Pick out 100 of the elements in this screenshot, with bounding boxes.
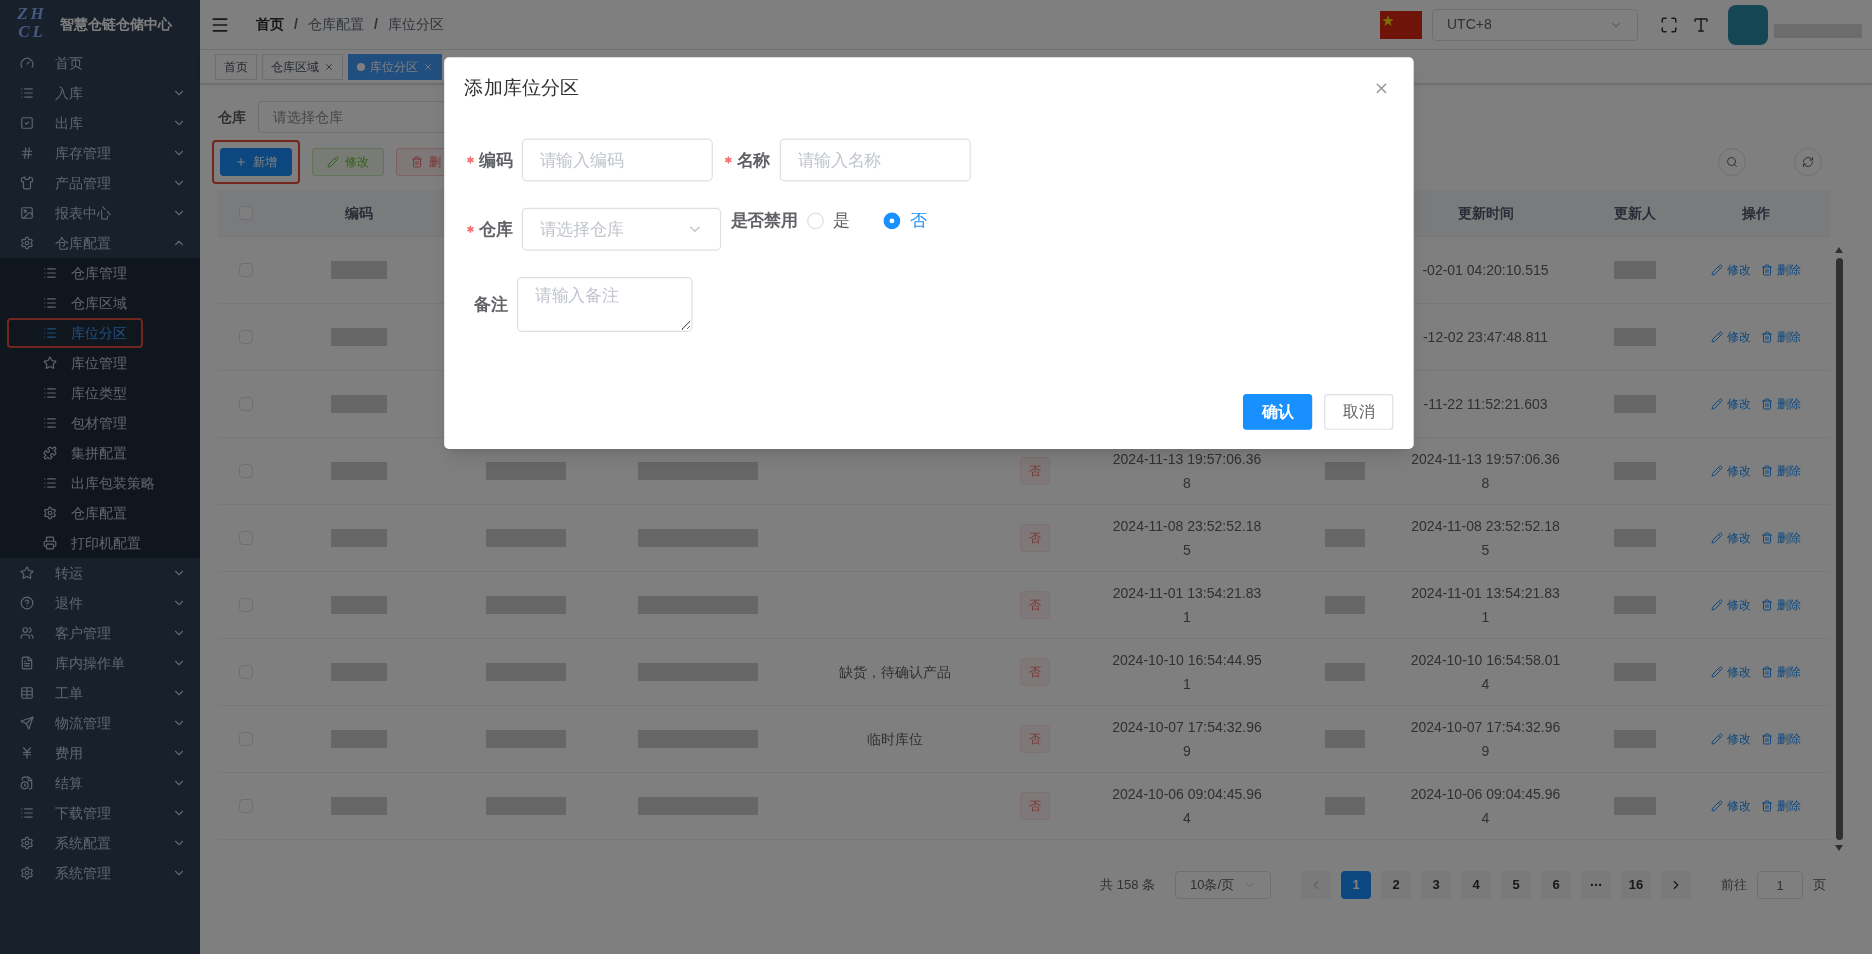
gear-icon bbox=[43, 506, 57, 520]
edit-button[interactable]: 修改 bbox=[312, 148, 384, 176]
text-area[interactable]: 请输入备注 bbox=[517, 277, 693, 332]
text-field[interactable]: 请输入编码 bbox=[521, 138, 713, 182]
table-cell-text: 2024-10-06 09:04:45.964 bbox=[1111, 785, 1263, 828]
delete-link[interactable]: 删除 bbox=[1761, 261, 1801, 279]
page-tab[interactable]: 仓库区域 bbox=[262, 53, 343, 80]
fullscreen-icon[interactable] bbox=[1660, 15, 1678, 34]
table-cell-text: 2024-11-01 13:54:21.831 bbox=[1111, 584, 1263, 627]
sidebar-item[interactable]: 下载管理 bbox=[0, 798, 200, 828]
delete-link[interactable]: 删除 bbox=[1761, 797, 1801, 815]
sidebar-subitem[interactable]: 仓库配置 bbox=[0, 498, 200, 528]
edit-link[interactable]: 修改 bbox=[1711, 797, 1751, 815]
sidebar-item[interactable]: 入库 bbox=[0, 78, 200, 108]
page-button[interactable]: 6 bbox=[1541, 871, 1571, 899]
delete-link[interactable]: 删除 bbox=[1761, 596, 1801, 614]
edit-link[interactable]: 修改 bbox=[1711, 462, 1751, 480]
avatar[interactable] bbox=[1728, 4, 1768, 45]
sidebar-subitem[interactable]: 仓库管理 bbox=[0, 258, 200, 288]
table-icon bbox=[20, 686, 34, 700]
page-tab[interactable]: 首页 bbox=[215, 53, 257, 80]
delete-link[interactable]: 删除 bbox=[1761, 395, 1801, 413]
sidebar-subitem[interactable]: 仓库区域 bbox=[0, 288, 200, 318]
cancel-button[interactable]: 取消 bbox=[1324, 394, 1394, 430]
trash-icon bbox=[1761, 398, 1773, 410]
next-page-button[interactable] bbox=[1661, 871, 1691, 899]
delete-link[interactable]: 删除 bbox=[1761, 462, 1801, 480]
edit-link[interactable]: 修改 bbox=[1711, 596, 1751, 614]
breadcrumb-item[interactable]: 首页 bbox=[256, 14, 284, 35]
sidebar-item[interactable]: 费用 bbox=[0, 738, 200, 768]
scroll-up-arrow-icon[interactable] bbox=[1834, 246, 1844, 254]
delete-link[interactable]: 删除 bbox=[1761, 529, 1801, 547]
sidebar-item[interactable]: 首页 bbox=[0, 48, 200, 78]
radio-option[interactable]: 是 bbox=[807, 207, 851, 233]
sidebar-item[interactable]: 仓库配置 bbox=[0, 228, 200, 258]
edit-link[interactable]: 修改 bbox=[1711, 730, 1751, 748]
confirm-button[interactable]: 确认 bbox=[1242, 394, 1313, 430]
sidebar-item[interactable]: 出库 bbox=[0, 108, 200, 138]
page-size-select[interactable]: 10条/页 bbox=[1175, 871, 1271, 899]
sidebar-subitem[interactable]: 库位管理 bbox=[0, 348, 200, 378]
column-header: 更新时间 bbox=[1457, 203, 1514, 223]
gear-icon bbox=[20, 836, 34, 850]
sidebar-item[interactable]: 转运 bbox=[0, 558, 200, 588]
scrollbar[interactable] bbox=[1834, 246, 1844, 852]
sidebar-item[interactable]: 结算 bbox=[0, 768, 200, 798]
sidebar-item[interactable]: 客户管理 bbox=[0, 618, 200, 648]
page-button[interactable]: 4 bbox=[1461, 871, 1491, 899]
edit-link[interactable]: 修改 bbox=[1711, 395, 1751, 413]
sidebar-item[interactable]: 库存管理 bbox=[0, 138, 200, 168]
edit-link[interactable]: 修改 bbox=[1711, 663, 1751, 681]
sidebar-item[interactable]: 产品管理 bbox=[0, 168, 200, 198]
redacted-block bbox=[331, 797, 387, 815]
edit-link[interactable]: 修改 bbox=[1711, 261, 1751, 279]
status-tag: 否 bbox=[1020, 457, 1050, 485]
sidebar-item[interactable]: 库内操作单 bbox=[0, 648, 200, 678]
text-size-icon[interactable] bbox=[1692, 15, 1710, 34]
redacted-block bbox=[331, 328, 387, 346]
flag-icon bbox=[1380, 10, 1422, 39]
sidebar-subitem[interactable]: 库位类型 bbox=[0, 378, 200, 408]
redacted-block bbox=[1613, 395, 1656, 413]
table-cell-text: 2024-10-07 17:54:32.969 bbox=[1111, 718, 1263, 761]
radio-option[interactable]: 否 bbox=[883, 207, 927, 233]
page-tab[interactable]: 库位分区 bbox=[348, 53, 442, 80]
sidebar-subitem[interactable]: 库位分区 bbox=[0, 318, 200, 348]
sidebar-item[interactable]: 系统管理 bbox=[0, 858, 200, 888]
close-icon[interactable] bbox=[324, 61, 334, 72]
edit-link[interactable]: 修改 bbox=[1711, 328, 1751, 346]
timezone-select[interactable]: UTC+8 bbox=[1432, 8, 1638, 41]
page-input[interactable]: 1 bbox=[1757, 871, 1803, 899]
close-icon[interactable] bbox=[423, 61, 433, 72]
sidebar-item[interactable]: 系统配置 bbox=[0, 828, 200, 858]
page-button[interactable]: 16 bbox=[1621, 871, 1651, 899]
sidebar-subitem[interactable]: 打印机配置 bbox=[0, 528, 200, 558]
sidebar-item[interactable]: 工单 bbox=[0, 678, 200, 708]
sidebar-item[interactable]: 报表中心 bbox=[0, 198, 200, 228]
pencil-icon bbox=[327, 156, 339, 168]
scroll-down-arrow-icon[interactable] bbox=[1834, 844, 1844, 852]
picture-icon bbox=[20, 206, 34, 220]
redacted-block bbox=[1613, 529, 1656, 547]
text-field[interactable]: 请输入名称 bbox=[779, 138, 971, 182]
add-button[interactable]: 新增 bbox=[220, 148, 292, 176]
sidebar-item[interactable]: 退件 bbox=[0, 588, 200, 618]
gear-icon bbox=[20, 236, 34, 250]
list-icon bbox=[43, 296, 57, 310]
page-button[interactable]: 3 bbox=[1421, 871, 1451, 899]
sidebar-subitem[interactable]: 包材管理 bbox=[0, 408, 200, 438]
sidebar-item[interactable]: 物流管理 bbox=[0, 708, 200, 738]
sidebar-subitem[interactable]: 集拼配置 bbox=[0, 438, 200, 468]
page-button[interactable]: 1 bbox=[1341, 871, 1371, 899]
sidebar-subitem[interactable]: 出库包装策略 bbox=[0, 468, 200, 498]
redacted-block bbox=[1325, 596, 1365, 614]
edit-link[interactable]: 修改 bbox=[1711, 529, 1751, 547]
page-button[interactable]: 2 bbox=[1381, 871, 1411, 899]
page-button[interactable]: 5 bbox=[1501, 871, 1531, 899]
delete-link[interactable]: 删除 bbox=[1761, 328, 1801, 346]
page-button[interactable] bbox=[1581, 871, 1611, 899]
breadcrumb-item[interactable]: 仓库配置 bbox=[307, 14, 364, 35]
delete-link[interactable]: 删除 bbox=[1761, 730, 1801, 748]
delete-link[interactable]: 删除 bbox=[1761, 663, 1801, 681]
status-tag: 否 bbox=[1020, 725, 1050, 753]
